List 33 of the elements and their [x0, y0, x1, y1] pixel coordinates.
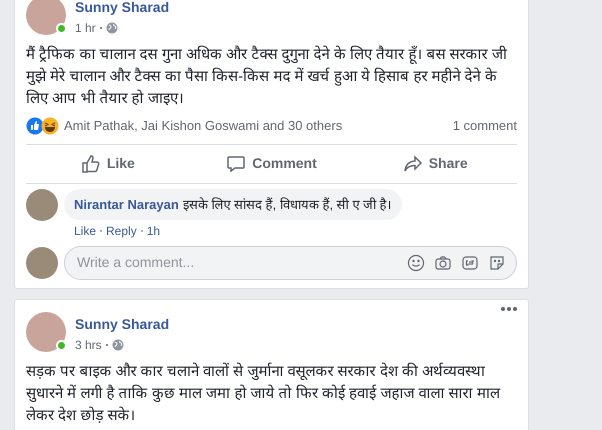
- post-time[interactable]: 1 hr: [75, 19, 96, 37]
- sticker-icon[interactable]: [488, 254, 506, 272]
- globe-icon: [112, 338, 124, 350]
- globe-icon: [106, 22, 118, 34]
- share-icon: [402, 154, 423, 174]
- comment-text: इसके लिए सांसद हैं, विधायक हैं, सी ए जी है।: [182, 196, 392, 212]
- camera-icon[interactable]: [434, 254, 452, 272]
- comment-field[interactable]: Write a comment...: [64, 246, 517, 280]
- reaction-names[interactable]: Amit Pathak, Jai Kishon Goswami and 30 others: [64, 116, 342, 136]
- like-icon: [80, 154, 101, 174]
- comment-time[interactable]: 1h: [146, 222, 160, 240]
- avatar: [26, 246, 58, 278]
- avatar: [26, 188, 58, 220]
- share-button[interactable]: Share: [353, 148, 517, 180]
- comment-link[interactable]: Reply: [106, 222, 137, 240]
- commenter-name[interactable]: Nirantar Narayan: [74, 196, 179, 212]
- avatar: [26, 0, 66, 35]
- more-options-icon[interactable]: [500, 306, 518, 312]
- gif-icon[interactable]: [461, 254, 479, 272]
- post-text: मैं ट्रैफिक का चालान दस गुना अधिक और टैक्स दुगुना देने के लिए तैयार हूँ। बस सरकार जी मुझे मेरे चालान और टैक्स का पैसा किस-किस मद में खर्च हुआ ये हिसाब हर महीने देने के लिए आप भी तैयार हो जाइए।: [25, 44, 508, 109]
- post-text: सड़क पर बाइक और कार चलाने वालों से जुर्माना वसूलकर सरकार देश की अर्थव्यवस्था सुधारने में लगी है ताकि कुछ माल जमा हो जाये तो फिर कोई हवाई जहाज वाला सारा माल लेकर देश छोड़ सके।: [25, 362, 502, 426]
- comment-count[interactable]: 1 comment: [452, 116, 517, 136]
- comment-input[interactable]: Write a comment...: [77, 252, 407, 273]
- avatar: [26, 312, 66, 352]
- author-name[interactable]: Sunny Sharad: [75, 314, 170, 332]
- emoji-icon[interactable]: [407, 254, 425, 272]
- post-time[interactable]: 3 hrs: [75, 336, 102, 354]
- comment-button[interactable]: Comment: [190, 148, 354, 180]
- reaction-icons: [26, 116, 60, 135]
- author-name[interactable]: Sunny Sharad: [75, 0, 170, 16]
- like-button[interactable]: Like: [26, 148, 190, 180]
- comment-icon: [226, 154, 246, 174]
- comment-link[interactable]: Like: [74, 222, 96, 240]
